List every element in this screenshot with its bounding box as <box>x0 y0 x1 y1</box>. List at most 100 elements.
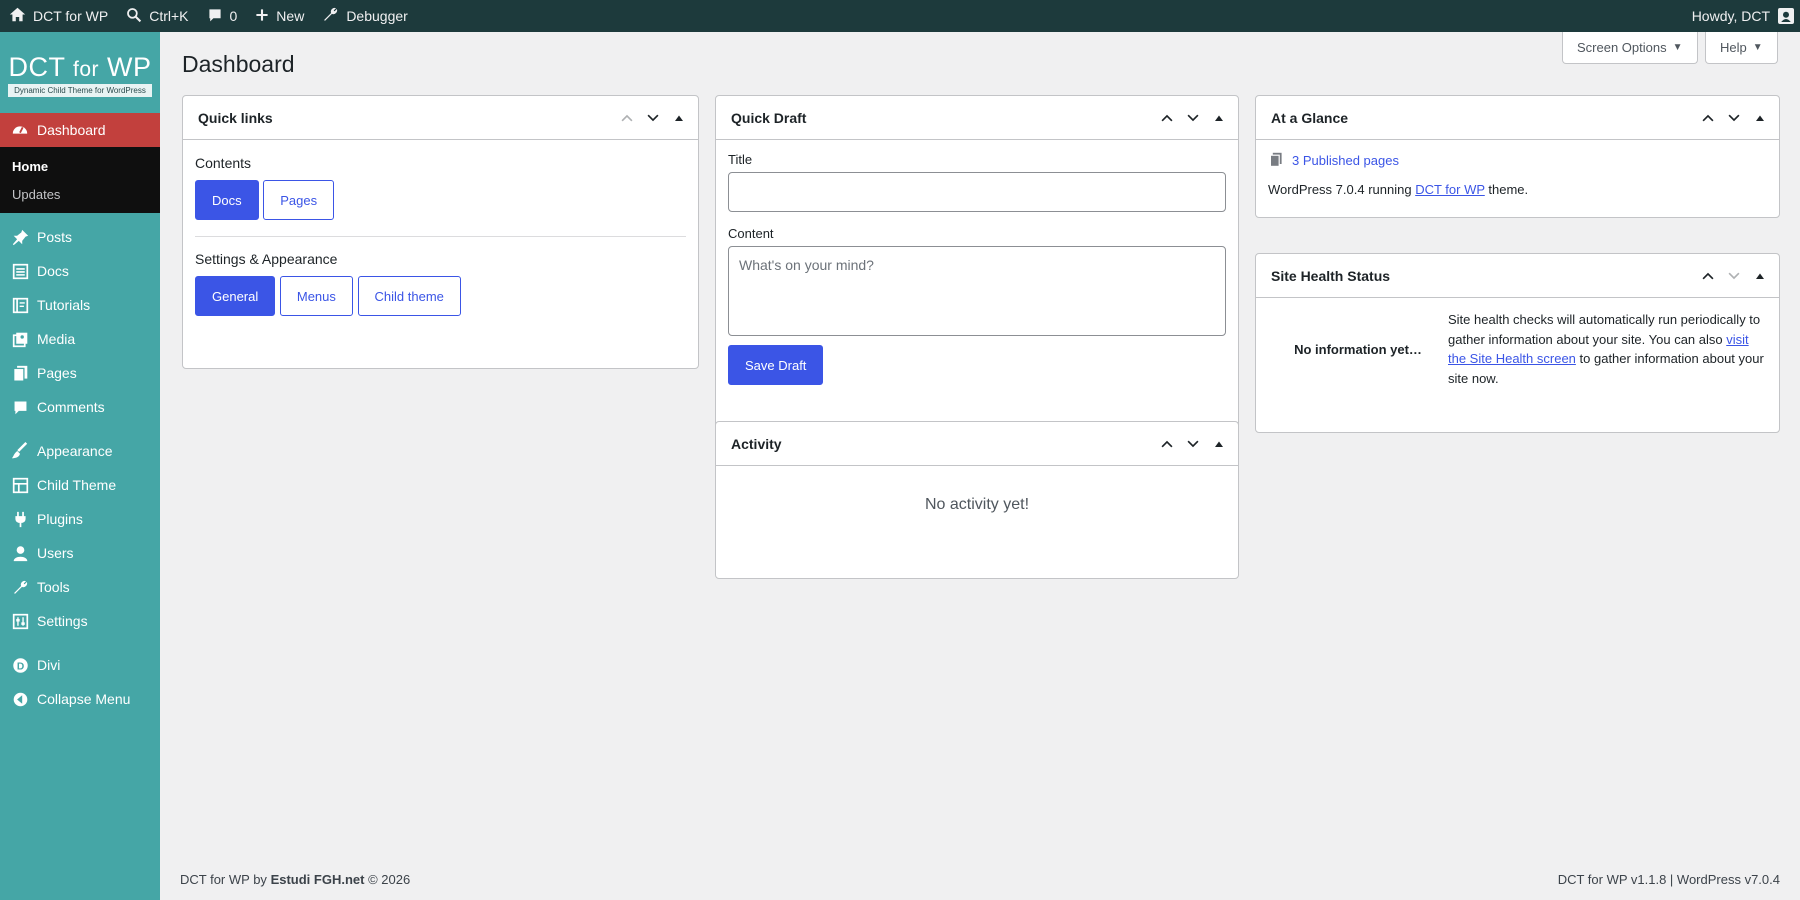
help-button[interactable]: Help ▼ <box>1705 32 1778 64</box>
dashboard-icon <box>10 120 30 140</box>
chevron-down-icon <box>647 114 659 121</box>
widget-title: At a Glance <box>1271 109 1349 126</box>
caret-down-icon: ▼ <box>1672 42 1683 53</box>
move-down-button[interactable] <box>640 100 666 136</box>
triangle-up-icon <box>1215 115 1223 121</box>
sidebar-item-dashboard[interactable]: Dashboard <box>0 113 160 147</box>
divider <box>195 236 686 237</box>
sidebar-item-settings[interactable]: Settings <box>0 604 160 638</box>
footer-credits: DCT for WP by Estudi FGH.net © 2026 <box>180 872 411 887</box>
collapse-menu-button[interactable]: Collapse Menu <box>0 682 160 716</box>
grid-icon <box>10 475 30 495</box>
comment-icon <box>207 7 230 26</box>
howdy-text: Howdy, DCT <box>1691 8 1770 24</box>
svg-text:D: D <box>16 661 23 672</box>
toggle-panel-button[interactable] <box>1206 100 1232 136</box>
settings-appearance-label: Settings & Appearance <box>195 251 338 267</box>
sidebar-item-comments[interactable]: Comments <box>0 390 160 424</box>
at-a-glance-widget: At a Glance 3 Published pages WordPress … <box>1255 95 1780 218</box>
move-up-button[interactable] <box>1154 426 1180 462</box>
site-home-link[interactable]: DCT for WP <box>0 0 117 32</box>
chevron-down-icon <box>1728 114 1740 121</box>
comment-icon <box>10 397 30 417</box>
media-icon <box>10 329 30 349</box>
title-label: Title <box>728 152 753 167</box>
move-up-button[interactable] <box>1154 100 1180 136</box>
toggle-panel-button[interactable] <box>1747 258 1773 294</box>
widget-title: Quick Draft <box>731 109 807 126</box>
widget-header: Activity <box>716 422 1238 466</box>
footer-author: Estudi FGH.net <box>270 872 365 887</box>
brush-icon <box>10 441 30 461</box>
toggle-panel-button[interactable] <box>666 100 692 136</box>
comments-count: 0 <box>229 8 238 24</box>
search-icon <box>126 7 149 26</box>
widget-header: Site Health Status <box>1256 254 1779 298</box>
move-up-button[interactable] <box>1695 258 1721 294</box>
main-content: Dashboard Screen Options ▼ Help ▼ Quick li… <box>160 32 1800 900</box>
home-icon <box>9 6 33 26</box>
move-down-button[interactable] <box>1721 100 1747 136</box>
list-icon <box>10 261 30 281</box>
sidebar-item-appearance[interactable]: Appearance <box>0 434 160 468</box>
menus-button[interactable]: Menus <box>279 276 353 316</box>
user-account-menu[interactable]: Howdy, DCT <box>1692 8 1800 24</box>
logo[interactable]: DCT for WP Dynamic Child Theme for WordP… <box>0 32 160 112</box>
draft-title-input[interactable] <box>728 172 1226 212</box>
comments-link[interactable]: 0 <box>198 0 247 32</box>
general-button[interactable]: General <box>195 276 276 316</box>
debugger-link[interactable]: Debugger <box>313 0 417 32</box>
search-shortcut[interactable]: Ctrl+K <box>117 0 197 32</box>
chevron-up-icon <box>621 114 633 121</box>
sidebar-item-docs[interactable]: Docs <box>0 254 160 288</box>
screen-options-button[interactable]: Screen Options ▼ <box>1562 32 1698 64</box>
widget-title: Quick links <box>198 109 273 126</box>
draft-content-textarea[interactable] <box>728 246 1226 336</box>
new-content-link[interactable]: New <box>246 0 313 32</box>
sidebar-item-child-theme[interactable]: Child Theme <box>0 468 160 502</box>
content-label: Content <box>728 226 774 241</box>
avatar <box>1778 8 1794 24</box>
plugin-icon <box>10 509 30 529</box>
pages-icon <box>10 363 30 383</box>
health-status-label: No information yet… <box>1294 341 1422 357</box>
pin-icon <box>10 227 30 247</box>
caret-down-icon: ▼ <box>1752 42 1763 53</box>
theme-link[interactable]: DCT for WP <box>1415 182 1485 197</box>
chevron-up-icon <box>1161 440 1173 447</box>
pages-icon <box>1269 152 1282 167</box>
docs-button[interactable]: Docs <box>195 180 259 220</box>
submenu-item-home[interactable]: Home <box>0 153 160 181</box>
sidebar-item-tutorials[interactable]: Tutorials <box>0 288 160 322</box>
chevron-down-icon <box>1728 272 1740 279</box>
published-pages-link[interactable]: 3 Published pages <box>1268 152 1767 168</box>
save-draft-button[interactable]: Save Draft <box>728 345 824 385</box>
toggle-panel-button[interactable] <box>1206 426 1232 462</box>
widget-title: Site Health Status <box>1271 267 1391 284</box>
sidebar-item-pages[interactable]: Pages <box>0 356 160 390</box>
sidebar-item-posts[interactable]: Posts <box>0 220 160 254</box>
chevron-up-icon <box>1161 114 1173 121</box>
search-shortcut-label: Ctrl+K <box>149 8 189 24</box>
sidebar-item-plugins[interactable]: Plugins <box>0 502 160 536</box>
submenu-item-updates[interactable]: Updates <box>0 181 160 209</box>
sidebar-item-users[interactable]: Users <box>0 536 160 570</box>
plus-icon <box>255 8 276 25</box>
sidebar-item-media[interactable]: Media <box>0 322 160 356</box>
user-icon <box>10 543 30 563</box>
child-theme-button[interactable]: Child theme <box>357 276 461 316</box>
new-label: New <box>276 8 305 24</box>
contents-label: Contents <box>195 155 252 171</box>
move-down-button[interactable] <box>1180 426 1206 462</box>
pages-button[interactable]: Pages <box>263 180 335 220</box>
divi-icon: D <box>10 655 30 675</box>
move-up-button[interactable] <box>1695 100 1721 136</box>
sidebar-item-divi[interactable]: D Divi <box>0 648 160 682</box>
admin-sidebar: DCT for WP Dynamic Child Theme for WordP… <box>0 32 160 900</box>
move-down-button[interactable] <box>1721 258 1747 294</box>
move-down-button[interactable] <box>1180 100 1206 136</box>
sidebar-item-tools[interactable]: Tools <box>0 570 160 604</box>
site-name: DCT for WP <box>33 8 109 24</box>
move-up-button[interactable] <box>614 100 640 136</box>
toggle-panel-button[interactable] <box>1747 100 1773 136</box>
